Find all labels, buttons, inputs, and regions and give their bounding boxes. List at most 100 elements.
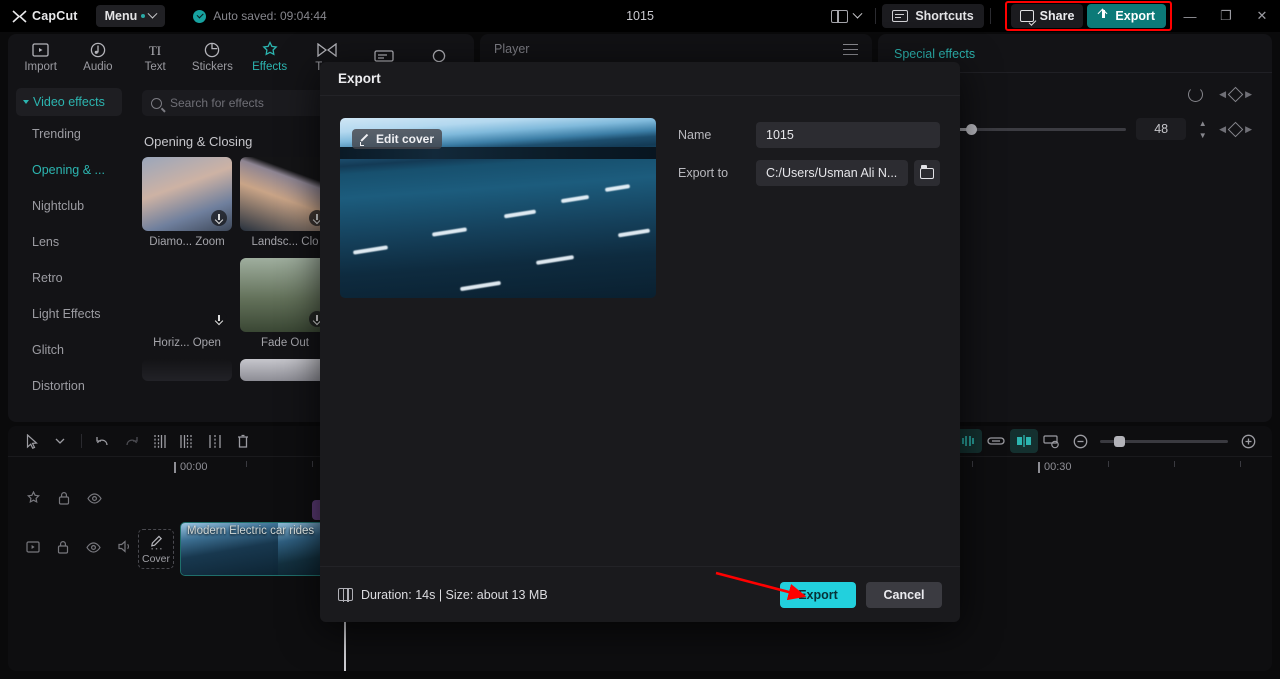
toolbar-item-import[interactable]: Import [12, 41, 69, 73]
menu-button[interactable]: Menu [95, 5, 166, 27]
chevron-down-icon[interactable] [46, 429, 74, 453]
effect-thumbnail [240, 258, 330, 332]
layout-button[interactable] [823, 8, 869, 23]
ruler-icon[interactable] [1038, 429, 1066, 453]
sidebar-item-trending[interactable]: Trending [16, 116, 122, 152]
app-logo: CapCut [12, 9, 78, 23]
edit-cover-button[interactable]: Edit cover [352, 129, 443, 149]
keyframe-control[interactable]: ◀ ▶ [1219, 86, 1252, 103]
sidebar-item-opening-closing[interactable]: Opening & ... [16, 152, 122, 188]
undo-icon[interactable] [89, 429, 117, 453]
video-track-icon[interactable] [26, 540, 40, 558]
cover-button[interactable]: Cover [138, 529, 174, 569]
hamburger-icon[interactable] [843, 43, 858, 56]
brand-label: CapCut [32, 9, 78, 23]
lock-icon[interactable] [57, 540, 69, 559]
chevron-down-icon [147, 8, 158, 19]
sidebar-item-nightclub[interactable]: Nightclub [16, 188, 122, 224]
share-button[interactable]: Share [1010, 4, 1084, 28]
volume-icon[interactable] [118, 540, 133, 558]
maximize-button[interactable]: ❐ [1208, 0, 1244, 32]
param-slider[interactable] [936, 123, 1127, 135]
eye-icon[interactable] [87, 491, 102, 509]
select-arrow-icon[interactable] [18, 429, 46, 453]
minimize-button[interactable]: — [1172, 0, 1208, 32]
sidebar-item-distortion[interactable]: Distortion [16, 368, 122, 404]
effect-card[interactable]: Horiz... Open [142, 258, 232, 349]
zoom-in-icon[interactable] [1234, 429, 1262, 453]
effect-star-icon[interactable] [26, 490, 41, 510]
cancel-button[interactable]: Cancel [866, 581, 942, 608]
effect-card[interactable]: Fade Out [240, 258, 330, 349]
download-icon[interactable] [211, 311, 227, 327]
eye-icon[interactable] [86, 540, 101, 558]
titlebar-right-group: Shortcuts Share Export — ❐ ✕ [823, 0, 1280, 32]
effect-card[interactable] [240, 359, 330, 381]
pencil-icon [150, 534, 163, 552]
name-label: Name [678, 128, 712, 142]
toolbar-label: Stickers [191, 61, 233, 73]
delete-icon[interactable] [229, 429, 257, 453]
sidebar-item-glitch[interactable]: Glitch [16, 332, 122, 368]
text-icon: TI [145, 41, 165, 58]
sidebar-item-retro[interactable]: Retro [16, 260, 122, 296]
tab-special-effects[interactable]: Special effects [878, 34, 1272, 61]
zoom-out-icon[interactable] [1066, 429, 1094, 453]
param-value-field[interactable]: 48 [1136, 118, 1187, 140]
mirror-icon[interactable] [1010, 429, 1038, 453]
param-keyframe-control[interactable]: ◀ ▶ [1219, 121, 1252, 137]
player-header: Player [480, 34, 872, 64]
category-label: Nightclub [32, 199, 85, 213]
split-right-icon[interactable] [173, 429, 201, 453]
split-left-icon[interactable] [145, 429, 173, 453]
category-header-video-effects[interactable]: Video effects [16, 88, 122, 116]
lock-icon[interactable] [58, 491, 70, 510]
sidebar-item-light-effects[interactable]: Light Effects [16, 296, 122, 332]
effect-thumbnail [142, 359, 232, 381]
export-path-input[interactable]: C:/Users/Usman Ali N... [756, 160, 908, 186]
dialog-footer: Duration: 14s | Size: about 13 MB Export… [320, 566, 960, 622]
effects-category-list: Video effects Trending Opening & ... Nig… [8, 80, 130, 422]
toolbar-item-text[interactable]: TI Text [127, 41, 184, 74]
close-button[interactable]: ✕ [1244, 0, 1280, 32]
toolbar-item-effects[interactable]: Effects [241, 41, 298, 73]
browse-folder-button[interactable] [914, 160, 940, 186]
share-export-highlight: Share Export [1004, 1, 1172, 31]
clip-title: Modern Electric car rides [187, 525, 315, 537]
split-icon[interactable] [201, 429, 229, 453]
shortcuts-button[interactable]: Shortcuts [882, 4, 984, 28]
export-button-titlebar[interactable]: Export [1087, 4, 1166, 28]
effect-thumbnail [142, 258, 232, 332]
effect-name: Landsc... Clo [251, 236, 319, 248]
download-icon[interactable] [211, 210, 227, 226]
export-dialog: Export Edit cover Name 1015 Export to C:… [320, 62, 960, 622]
ruler-time-label: 00:00 [174, 461, 208, 473]
sidebar-item-lens[interactable]: Lens [16, 224, 122, 260]
param-stepper[interactable]: ▲ ▼ [1196, 119, 1209, 140]
layout-icon [831, 9, 849, 23]
effect-card[interactable] [142, 359, 232, 381]
zoom-slider[interactable] [1100, 435, 1228, 447]
duration-size-info: Duration: 14s | Size: about 13 MB [361, 587, 548, 602]
effect-name: Diamo... Zoom [149, 236, 225, 248]
reset-icon[interactable] [1188, 87, 1204, 102]
dialog-title: Export [320, 62, 960, 96]
chevron-down-icon [852, 8, 863, 19]
category-label: Light Effects [32, 307, 101, 321]
divider [875, 8, 877, 24]
link-icon[interactable] [982, 429, 1010, 453]
effect-card[interactable]: Diamo... Zoom [142, 157, 232, 248]
keyboard-icon [892, 10, 909, 22]
category-label: Distortion [32, 379, 85, 393]
effect-card[interactable]: Landsc... Clo [240, 157, 330, 248]
toolbar-item-audio[interactable]: Audio [69, 41, 126, 73]
cover-preview[interactable]: Edit cover [340, 118, 656, 298]
name-input[interactable]: 1015 [756, 122, 940, 148]
effect-thumbnail [142, 157, 232, 231]
capcut-window: CapCut Menu Auto saved: 09:04:44 1015 Sh… [0, 0, 1280, 679]
toolbar-item-stickers[interactable]: Stickers [184, 41, 241, 73]
track-controls-effects [8, 490, 138, 510]
export-confirm-button[interactable]: Export [780, 581, 856, 608]
menu-label: Menu [104, 9, 138, 23]
redo-icon[interactable] [117, 429, 145, 453]
